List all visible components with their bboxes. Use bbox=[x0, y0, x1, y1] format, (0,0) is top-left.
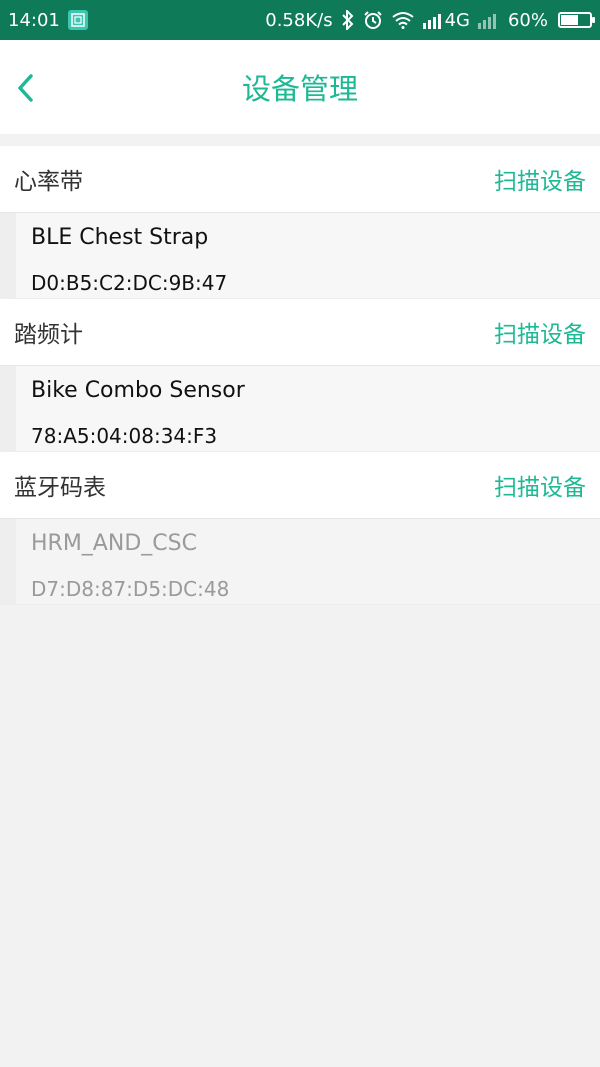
scan-device-button[interactable]: 扫描设备 bbox=[494, 162, 586, 196]
device-mac-address: 78:A5:04:08:34:F3 bbox=[31, 424, 218, 448]
status-bar: 14:01 0.58K/s 4G 60% bbox=[0, 0, 600, 40]
device-list: 心率带 扫描设备 BLE Chest Strap D0:B5:C2:DC:9B:… bbox=[0, 146, 600, 605]
battery-fill bbox=[561, 15, 578, 25]
section-header: 踏频计 扫描设备 bbox=[0, 299, 600, 366]
section-bluetooth-bike-computer: 蓝牙码表 扫描设备 HRM_AND_CSC D7:D8:87:D5:DC:48 bbox=[0, 452, 600, 605]
wifi-icon bbox=[391, 11, 415, 29]
device-item[interactable]: BLE Chest Strap D0:B5:C2:DC:9B:47 bbox=[0, 213, 600, 299]
section-title: 踏频计 bbox=[14, 322, 83, 348]
device-item[interactable]: Bike Combo Sensor 78:A5:04:08:34:F3 bbox=[0, 366, 600, 452]
section-header: 蓝牙码表 扫描设备 bbox=[0, 452, 600, 519]
scan-device-button[interactable]: 扫描设备 bbox=[494, 315, 586, 349]
section-title: 蓝牙码表 bbox=[14, 475, 106, 501]
device-item[interactable]: HRM_AND_CSC D7:D8:87:D5:DC:48 bbox=[0, 519, 600, 605]
section-header: 心率带 扫描设备 bbox=[0, 146, 600, 213]
screenshot-app-icon bbox=[67, 10, 88, 30]
scan-device-button[interactable]: 扫描设备 bbox=[494, 468, 586, 502]
status-left: 14:01 bbox=[0, 10, 88, 31]
device-mac-address: D0:B5:C2:DC:9B:47 bbox=[31, 271, 228, 295]
battery-icon bbox=[558, 12, 595, 28]
section-cadence-sensor: 踏频计 扫描设备 Bike Combo Sensor 78:A5:04:08:3… bbox=[0, 299, 600, 452]
section-heart-rate-strap: 心率带 扫描设备 BLE Chest Strap D0:B5:C2:DC:9B:… bbox=[0, 146, 600, 299]
network-speed: 0.58K/s bbox=[265, 9, 333, 31]
device-name: Bike Combo Sensor bbox=[31, 378, 245, 403]
bluetooth-icon bbox=[341, 10, 355, 30]
page-title: 设备管理 bbox=[241, 72, 358, 106]
signal-icon: 4G bbox=[422, 9, 470, 31]
section-title: 心率带 bbox=[14, 169, 83, 195]
status-time: 14:01 bbox=[8, 9, 60, 31]
battery-percent: 60% bbox=[507, 9, 548, 31]
app-header: 设备管理 bbox=[0, 40, 600, 134]
device-mac-address: D7:D8:87:D5:DC:48 bbox=[31, 577, 230, 601]
network-type: 4G bbox=[444, 9, 470, 31]
device-name: BLE Chest Strap bbox=[31, 225, 209, 250]
status-right: 0.58K/s 4G 60% bbox=[265, 10, 600, 31]
alarm-icon bbox=[363, 10, 383, 30]
device-name: HRM_AND_CSC bbox=[31, 531, 197, 556]
signal-2-icon bbox=[477, 11, 500, 29]
